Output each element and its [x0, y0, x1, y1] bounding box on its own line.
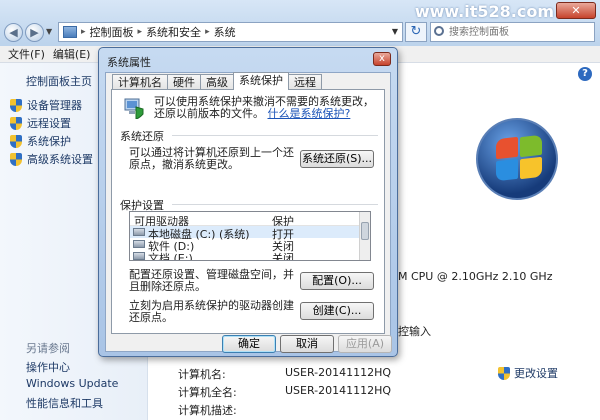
system-restore-button[interactable]: 系统还原(S)...: [300, 150, 374, 168]
full-name-value: USER-20141112HQ: [285, 384, 392, 397]
drive-list-header: 可用驱动器 保护: [130, 212, 360, 228]
drive-icon: [133, 252, 145, 260]
create-button[interactable]: 创建(C)...: [300, 302, 374, 320]
sidebar-link-windows-update[interactable]: Windows Update: [26, 377, 118, 390]
computer-name-value: USER-20141112HQ: [285, 366, 392, 379]
dialog-close-button[interactable]: x: [373, 52, 391, 66]
group-divider: [172, 135, 378, 136]
tab-hardware[interactable]: 硬件: [167, 74, 201, 90]
see-also-heading: 另请参阅: [26, 342, 70, 355]
drive-protection: 关闭: [272, 252, 294, 261]
address-bar[interactable]: ▸ 控制面板 ▸ 系统和安全 ▸ 系统 ▼: [58, 22, 403, 42]
tab-strip: 计算机名 硬件 高级 系统保护 远程: [112, 72, 322, 90]
drive-row[interactable]: 文档 (E:) 关闭: [130, 250, 360, 261]
sidebar-item-label: 设备管理器: [27, 99, 82, 112]
change-settings-label: 更改设置: [514, 367, 558, 380]
restore-description: 可以通过将计算机还原到上一个还原点，撤消系统更改。: [129, 146, 294, 171]
address-dropdown-icon[interactable]: ▼: [392, 27, 398, 36]
dialog-title: 系统属性: [107, 56, 151, 69]
drive-row[interactable]: 本地磁盘 (C:) (系统) 打开: [130, 226, 360, 241]
sidebar-link-performance[interactable]: 性能信息和工具: [26, 395, 103, 411]
windows-logo-icon: [476, 118, 558, 200]
search-box[interactable]: [430, 22, 595, 42]
refresh-icon[interactable]: ↻: [405, 22, 427, 42]
sidebar-home-link[interactable]: 控制面板主页: [26, 73, 92, 89]
forward-icon[interactable]: ▶: [25, 23, 44, 42]
configure-description: 配置还原设置、管理磁盘空间，并且删除还原点。: [129, 268, 294, 293]
pen-touch-info: 控输入: [398, 325, 431, 338]
drive-list[interactable]: 可用驱动器 保护 本地磁盘 (C:) (系统) 打开 软件 (D:) 关闭 文档…: [129, 211, 371, 261]
flag-yellow-icon: [520, 156, 542, 180]
restore-group-heading: 系统还原: [120, 130, 164, 143]
search-icon: [434, 26, 444, 36]
shield-icon: [10, 116, 22, 130]
chevron-right-icon[interactable]: ▸: [205, 27, 210, 37]
drive-list-scrollbar[interactable]: [359, 212, 370, 260]
shield-icon: [10, 134, 22, 148]
full-name-label: 计算机全名:: [178, 386, 237, 399]
intro-text: 可以使用系统保护来撤消不需要的系统更改，还原以前版本的文件。 什么是系统保护?: [154, 96, 379, 120]
flag-blue-icon: [496, 158, 518, 182]
description-label: 计算机描述:: [178, 404, 237, 417]
history-dropdown-icon[interactable]: ▼: [46, 27, 52, 36]
explorer-titlebar: www.it528.com ✕ ◀ ▶ ▼ ▸ 控制面板 ▸ 系统和安全 ▸ 系…: [0, 0, 600, 46]
sidebar-item-label: 系统保护: [27, 135, 71, 148]
breadcrumb-control-panel[interactable]: 控制面板: [90, 24, 134, 40]
tab-advanced[interactable]: 高级: [200, 74, 234, 90]
sidebar-item-remote-settings[interactable]: 远程设置: [10, 115, 71, 131]
breadcrumb-system[interactable]: 系统: [214, 24, 236, 40]
back-icon[interactable]: ◀: [4, 23, 23, 42]
what-is-protection-link[interactable]: 什么是系统保护?: [268, 107, 351, 120]
system-protection-pane: 可以使用系统保护来撤消不需要的系统更改，还原以前版本的文件。 什么是系统保护? …: [111, 89, 385, 334]
tab-computer-name[interactable]: 计算机名: [112, 74, 168, 90]
apply-button[interactable]: 应用(A): [338, 335, 392, 353]
breadcrumb-system-security[interactable]: 系统和安全: [146, 24, 201, 40]
help-icon[interactable]: ?: [578, 67, 592, 81]
tab-remote[interactable]: 远程: [288, 74, 322, 90]
chevron-right-icon[interactable]: ▸: [81, 27, 86, 37]
drive-row[interactable]: 软件 (D:) 关闭: [130, 238, 360, 253]
drive-icon: [133, 228, 145, 236]
system-protection-icon: [124, 98, 144, 119]
flag-green-icon: [520, 134, 542, 158]
menu-file[interactable]: 文件(F): [8, 46, 45, 62]
change-settings-link[interactable]: 更改设置: [498, 365, 558, 381]
sidebar-item-label: 高级系统设置: [27, 153, 93, 166]
tab-system-protection[interactable]: 系统保护: [233, 72, 289, 90]
sidebar-item-advanced-settings[interactable]: 高级系统设置: [10, 151, 93, 167]
chevron-right-icon[interactable]: ▸: [138, 27, 143, 37]
shield-icon: [10, 98, 22, 112]
computer-name-label: 计算机名:: [178, 368, 226, 381]
shield-icon: [498, 366, 510, 380]
flag-red-icon: [496, 136, 518, 160]
watermark: www.it528.com: [414, 2, 554, 21]
sidebar-item-device-manager[interactable]: 设备管理器: [10, 97, 82, 113]
menu-edit[interactable]: 编辑(E): [53, 46, 91, 62]
search-input[interactable]: [431, 23, 571, 41]
sidebar-item-system-protection[interactable]: 系统保护: [10, 133, 71, 149]
configure-button[interactable]: 配置(O)...: [300, 272, 374, 290]
ok-button[interactable]: 确定: [222, 335, 276, 353]
drive-name: 文档 (E:): [148, 252, 193, 261]
window-close-button[interactable]: ✕: [556, 2, 596, 19]
cancel-button[interactable]: 取消: [280, 335, 334, 353]
dialog-body: 计算机名 硬件 高级 系统保护 远程 可以使用系统保护来撤消不需要的系统更改，还…: [105, 72, 392, 353]
system-properties-dialog: 系统属性 x 计算机名 硬件 高级 系统保护 远程 可以使用系统保护来撤消不需要…: [98, 47, 398, 357]
sidebar-link-action-center[interactable]: 操作中心: [26, 359, 70, 375]
control-panel-icon: [63, 26, 77, 38]
create-description: 立刻为启用系统保护的驱动器创建还原点。: [129, 299, 294, 324]
sidebar-item-label: 远程设置: [27, 117, 71, 130]
drive-icon: [133, 240, 145, 248]
processor-info: M CPU @ 2.10GHz 2.10 GHz: [398, 270, 553, 283]
scrollbar-thumb[interactable]: [361, 222, 369, 240]
group-divider: [172, 204, 378, 205]
shield-icon: [10, 152, 22, 166]
